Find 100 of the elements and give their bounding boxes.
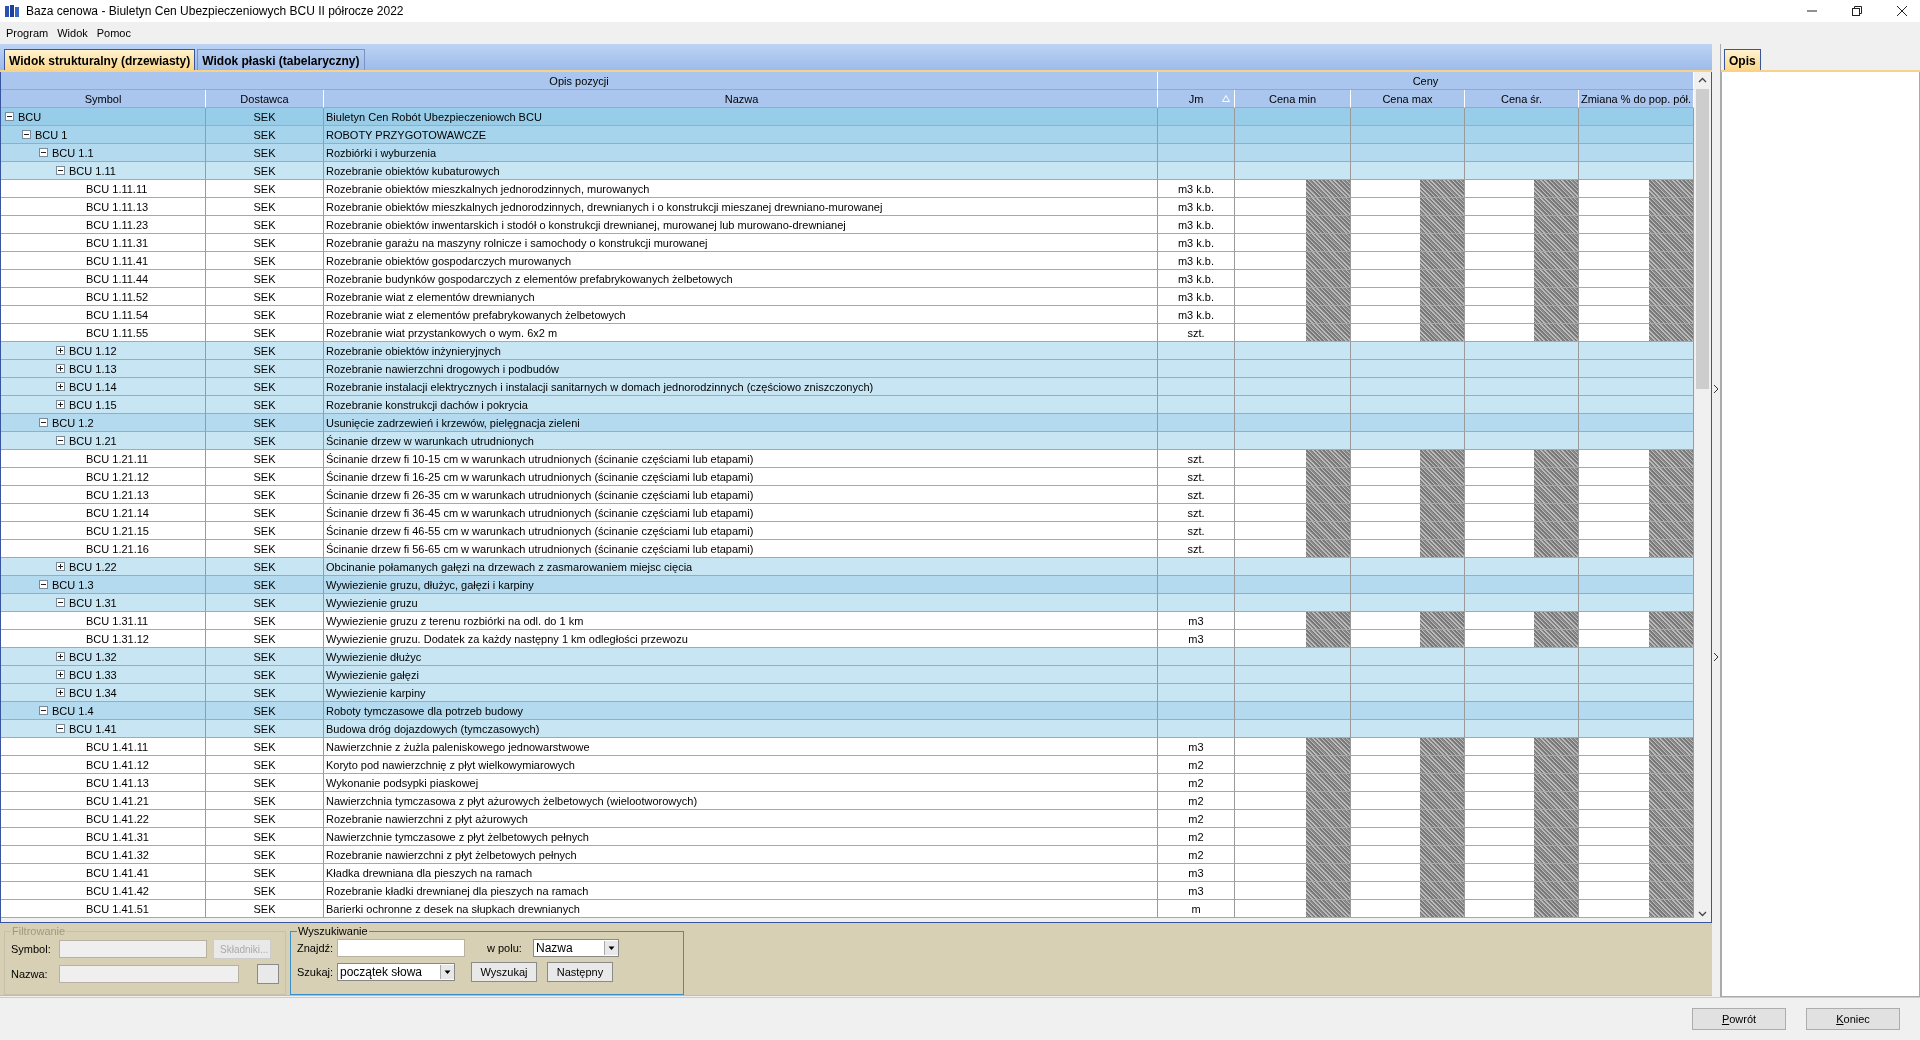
symbol-text: BCU 1.2 bbox=[52, 416, 94, 429]
column-header[interactable]: Cena min bbox=[1235, 90, 1351, 108]
chevron-right-icon[interactable] bbox=[1713, 652, 1719, 662]
symbol-text: BCU 1.31.12 bbox=[86, 632, 149, 645]
table-cell: m3 bbox=[1158, 738, 1235, 756]
table-cell: Rozebranie obiektów kubaturowych bbox=[324, 162, 1158, 180]
table-cell: m3 k.b. bbox=[1158, 252, 1235, 270]
collapse-icon[interactable] bbox=[56, 436, 65, 445]
find-field[interactable] bbox=[337, 939, 465, 957]
expand-icon[interactable] bbox=[56, 688, 65, 697]
dialog-button[interactable]: Powrót bbox=[1692, 1008, 1786, 1030]
column-header[interactable]: Jm bbox=[1158, 90, 1235, 108]
expand-icon[interactable] bbox=[56, 382, 65, 391]
collapse-icon[interactable] bbox=[39, 418, 48, 427]
menu-item[interactable]: Program bbox=[6, 27, 49, 39]
collapse-icon[interactable] bbox=[56, 598, 65, 607]
table-cell: SEK bbox=[206, 162, 324, 180]
table-cell: Rozebranie konstrukcji dachów i pokrycia bbox=[324, 396, 1158, 414]
symbol-text: BCU 1.41.41 bbox=[86, 866, 149, 879]
column-header[interactable]: Symbol bbox=[1, 90, 206, 108]
symbol-text: BCU 1.21.16 bbox=[86, 542, 149, 555]
table-cell: szt. bbox=[1158, 522, 1235, 540]
view-tab[interactable]: Widok strukturalny (drzewiasty) bbox=[4, 49, 196, 70]
column-header[interactable]: Cena śr. bbox=[1465, 90, 1579, 108]
expand-icon[interactable] bbox=[56, 364, 65, 373]
table-cell: SEK bbox=[206, 360, 324, 378]
window-title: Baza cenowa - Biuletyn Cen Ubezpieczeniowych BCU II półrocze 2022 bbox=[26, 4, 405, 18]
close-icon[interactable] bbox=[1896, 5, 1908, 17]
table-cell: m3 bbox=[1158, 612, 1235, 630]
table-cell: SEK bbox=[206, 432, 324, 450]
scrollbar-thumb[interactable] bbox=[1696, 89, 1709, 389]
column-header[interactable]: Dostawca bbox=[206, 90, 324, 108]
menu-item[interactable]: Pomoc bbox=[96, 27, 131, 39]
field-label: Symbol: bbox=[11, 943, 52, 955]
table-cell: Ścinanie drzew fi 46-55 cm w warunkach utrudnionych (ścinanie częściami lub etapami) bbox=[324, 522, 1158, 540]
expand-icon[interactable] bbox=[56, 652, 65, 661]
collapse-icon[interactable] bbox=[22, 130, 31, 139]
collapse-icon[interactable] bbox=[39, 580, 48, 589]
collapse-icon[interactable] bbox=[56, 724, 65, 733]
symbol-text: BCU 1.13 bbox=[69, 362, 117, 375]
table-cell: m3 bbox=[1158, 882, 1235, 900]
collapse-icon[interactable] bbox=[39, 148, 48, 157]
panel-tab[interactable]: Opis bbox=[1724, 49, 1761, 70]
search-button[interactable]: Wyszukaj bbox=[471, 962, 537, 982]
mode-dropdown[interactable]: początek słowa bbox=[337, 963, 455, 981]
collapse-icon[interactable] bbox=[39, 706, 48, 715]
table-cell: Biuletyn Cen Robót Ubezpieczeniowch BCU bbox=[324, 108, 1158, 126]
dropdown-icon bbox=[604, 941, 618, 955]
column-header[interactable]: Nazwa bbox=[324, 90, 1158, 108]
menu-item[interactable]: Widok bbox=[57, 27, 88, 39]
dialog-button[interactable]: Koniec bbox=[1806, 1008, 1900, 1030]
expand-icon[interactable] bbox=[56, 400, 65, 409]
expand-icon[interactable] bbox=[56, 562, 65, 571]
books-icon bbox=[4, 4, 20, 18]
table-cell: Rozebranie obiektów gospodarczych murowanych bbox=[324, 252, 1158, 270]
table-cell: SEK bbox=[206, 216, 324, 234]
table-cell: SEK bbox=[206, 198, 324, 216]
table-cell: szt. bbox=[1158, 540, 1235, 558]
collapse-icon[interactable] bbox=[5, 112, 14, 121]
field-label: Szukaj: bbox=[297, 966, 331, 978]
table-cell: Rozbiórki i wyburzenia bbox=[324, 144, 1158, 162]
table-cell: Usunięcie zadrzewień i krzewów, pielęgnacja zieleni bbox=[324, 414, 1158, 432]
symbol-text: BCU 1.41.51 bbox=[86, 902, 149, 915]
expand-icon[interactable] bbox=[56, 346, 65, 355]
chevron-right-icon[interactable] bbox=[1713, 384, 1719, 394]
symbol-text: BCU 1.11.11 bbox=[86, 182, 148, 195]
symbol-text: BCU 1.11.54 bbox=[86, 308, 149, 321]
field-dropdown[interactable]: Nazwa bbox=[533, 939, 619, 957]
table-cell: Wywiezienie karpiny bbox=[324, 684, 1158, 702]
collapse-icon[interactable] bbox=[56, 166, 65, 175]
sort-icon bbox=[1222, 95, 1230, 102]
table-cell: SEK bbox=[206, 234, 324, 252]
table-cell: Rozebranie nawierzchni drogowych i podbudów bbox=[324, 360, 1158, 378]
table-cell: ROBOTY PRZYGOTOWAWCZE bbox=[324, 126, 1158, 144]
symbol-text: BCU 1.21.12 bbox=[86, 470, 149, 483]
table-cell: Ścinanie drzew fi 36-45 cm w warunkach utrudnionych (ścinanie częściami lub etapami) bbox=[324, 504, 1158, 522]
table-cell: m3 k.b. bbox=[1158, 180, 1235, 198]
view-tab[interactable]: Widok płaski (tabelaryczny) bbox=[197, 49, 365, 70]
table-cell: SEK bbox=[206, 594, 324, 612]
table-cell: Ścinanie drzew fi 16-25 cm w warunkach utrudnionych (ścinanie częściami lub etapami) bbox=[324, 468, 1158, 486]
symbol-text: BCU 1.11.52 bbox=[86, 290, 149, 303]
table-cell: m2 bbox=[1158, 846, 1235, 864]
restore-icon[interactable] bbox=[1851, 5, 1863, 17]
table-cell: Ścinanie drzew fi 26-35 cm w warunkach utrudnionych (ścinanie częściami lub etapami) bbox=[324, 486, 1158, 504]
table-cell: Rozebranie wiat z elementów drewnianych bbox=[324, 288, 1158, 306]
table-cell: m3 k.b. bbox=[1158, 306, 1235, 324]
search-button[interactable]: Następny bbox=[547, 962, 613, 982]
table-cell: SEK bbox=[206, 882, 324, 900]
expand-icon[interactable] bbox=[56, 670, 65, 679]
table-cell: SEK bbox=[206, 396, 324, 414]
field-label: Nazwa: bbox=[11, 968, 49, 980]
symbol-text: BCU 1.21.13 bbox=[86, 488, 149, 501]
table-cell: Nawierzchnia tymczasowa z płyt ażurowych żelbetowych (wielootworowych) bbox=[324, 792, 1158, 810]
table-cell: szt. bbox=[1158, 504, 1235, 522]
field-label: Znajdź: bbox=[297, 942, 331, 954]
table-cell: Rozebranie obiektów inżynieryjnych bbox=[324, 342, 1158, 360]
column-header[interactable]: Zmiana % do pop. pół. bbox=[1579, 90, 1694, 108]
symbol-text: BCU 1.31.11 bbox=[86, 614, 149, 627]
table-cell: m3 k.b. bbox=[1158, 234, 1235, 252]
column-header[interactable]: Cena max bbox=[1351, 90, 1465, 108]
